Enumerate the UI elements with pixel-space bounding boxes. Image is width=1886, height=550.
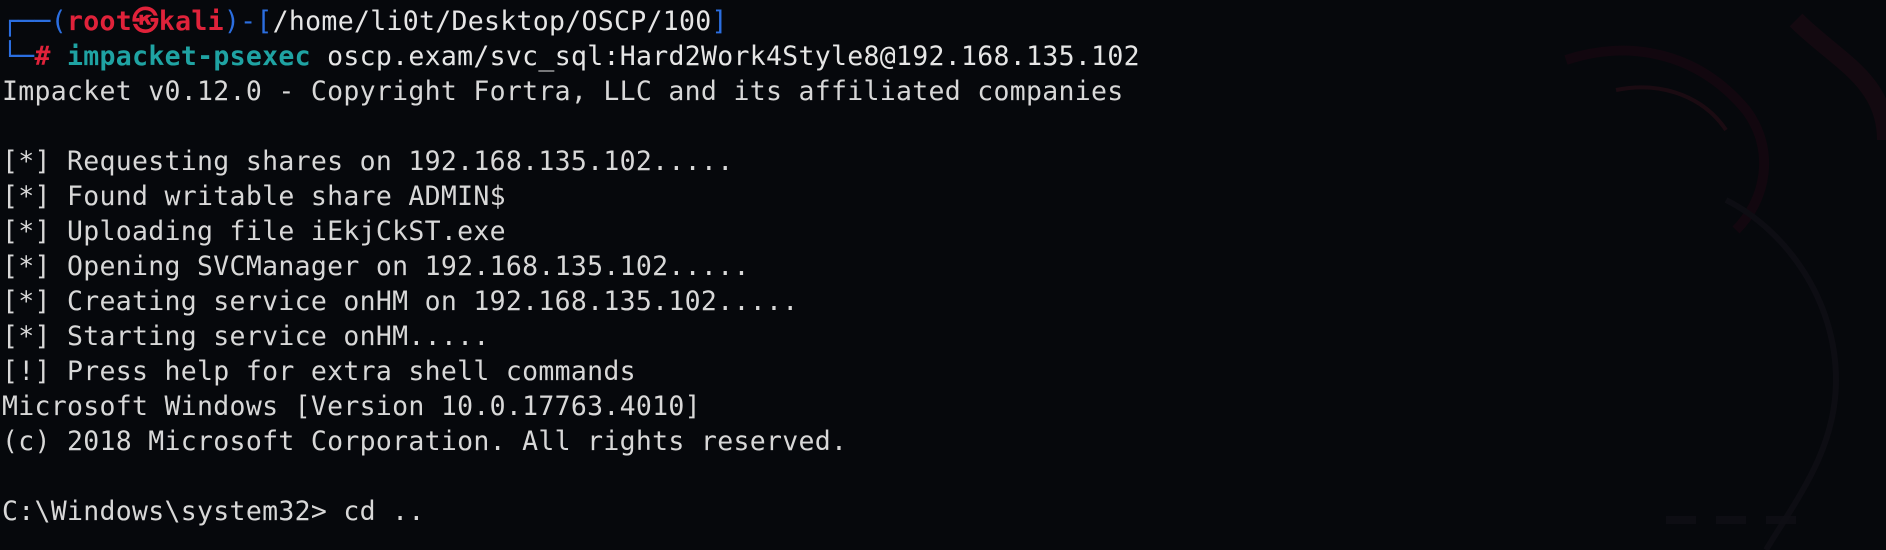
output-line: (c) 2018 Microsoft Corporation. All righ… bbox=[2, 426, 848, 457]
prompt-path: /home/li0t/Desktop/OSCP/100 bbox=[272, 6, 712, 37]
output-line: [*] Opening SVCManager on 192.168.135.10… bbox=[2, 251, 750, 282]
windows-shell-prompt: C:\Windows\system32> bbox=[2, 496, 328, 527]
terminal-output: ┌──(root㉿kali)-[/home/li0t/Desktop/OSCP/… bbox=[2, 4, 1140, 529]
root-hash-symbol: # bbox=[34, 41, 51, 72]
kali-dragon-watermark-icon bbox=[1564, 13, 1886, 550]
output-line: [*] Requesting shares on 192.168.135.102… bbox=[2, 146, 734, 177]
prompt-host: kali bbox=[158, 6, 224, 37]
output-line: [!] Press help for extra shell commands bbox=[2, 356, 636, 387]
terminal-window[interactable]: ┌──(root㉿kali)-[/home/li0t/Desktop/OSCP/… bbox=[0, 0, 1886, 550]
shell-input-line[interactable]: C:\Windows\system32> cd .. bbox=[2, 494, 1140, 529]
output-line: [*] Uploading file iEkjCkST.exe bbox=[2, 216, 506, 247]
command-arguments: oscp.exam/svc_sql:Hard2Work4Style8@192.1… bbox=[310, 41, 1140, 72]
prompt-user: root bbox=[67, 6, 133, 37]
shell-input-text[interactable]: cd .. bbox=[327, 496, 425, 527]
output-line: [*] Found writable share ADMIN$ bbox=[2, 181, 506, 212]
prompt-frame: ┌──( bbox=[2, 6, 68, 37]
output-line: Microsoft Windows [Version 10.0.17763.40… bbox=[2, 391, 701, 422]
prompt-frame: ] bbox=[711, 6, 728, 37]
prompt-frame: )-[ bbox=[223, 6, 273, 37]
output-line: Impacket v0.12.0 - Copyright Fortra, LLC… bbox=[2, 76, 1124, 107]
command-name: impacket-psexec bbox=[67, 41, 311, 72]
kali-at-icon: ㉿ bbox=[132, 6, 159, 37]
prompt-line-1: ┌──(root㉿kali)-[/home/li0t/Desktop/OSCP/… bbox=[2, 4, 1140, 39]
prompt-line-2: └─# impacket-psexec oscp.exam/svc_sql:Ha… bbox=[2, 39, 1140, 74]
output-line: [*] Starting service onHM..... bbox=[2, 321, 490, 352]
prompt-corner: └─ bbox=[2, 41, 35, 72]
output-line: [*] Creating service onHM on 192.168.135… bbox=[2, 286, 799, 317]
